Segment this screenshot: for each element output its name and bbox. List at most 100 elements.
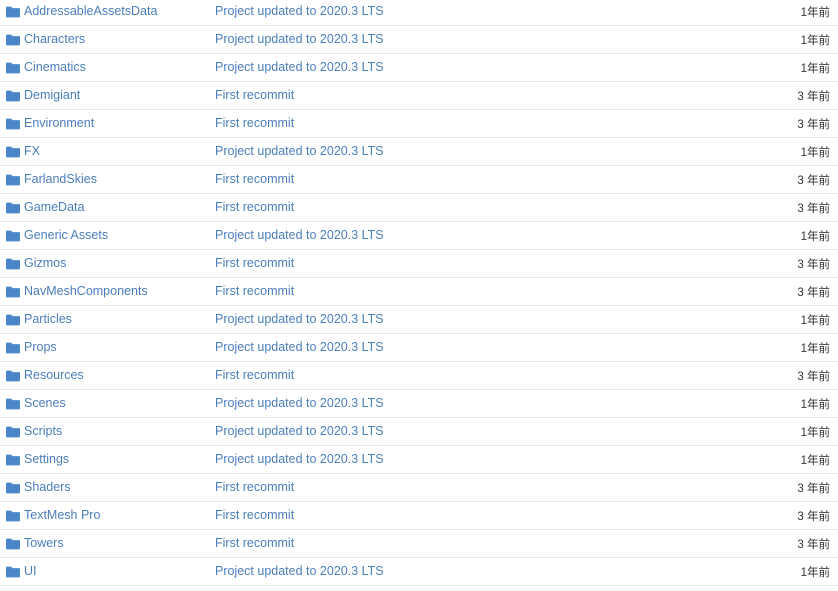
table-row[interactable]: Characters Project updated to 2020.3 LTS…: [0, 26, 838, 54]
commit-message-link[interactable]: Project updated to 2020.3 LTS: [215, 228, 384, 242]
file-name-link[interactable]: Scripts: [24, 424, 62, 438]
table-row[interactable]: Cinematics Project updated to 2020.3 LTS…: [0, 54, 838, 82]
file-name-link[interactable]: Shaders: [24, 480, 71, 494]
file-name-link[interactable]: Gizmos: [24, 256, 66, 270]
table-row[interactable]: Settings Project updated to 2020.3 LTS 1…: [0, 446, 838, 474]
file-name-link[interactable]: Characters: [24, 32, 85, 46]
file-type-cell: [0, 230, 24, 242]
commit-message-link[interactable]: First recommit: [215, 368, 294, 382]
file-type-cell: [0, 426, 24, 438]
table-row[interactable]: FX Project updated to 2020.3 LTS 1年前: [0, 138, 838, 166]
commit-message-link[interactable]: Project updated to 2020.3 LTS: [215, 312, 384, 326]
file-name-cell: Environment: [24, 115, 215, 133]
file-name-link[interactable]: Environment: [24, 116, 94, 130]
commit-age-text: 3 年前: [797, 370, 830, 383]
commit-message-link[interactable]: Project updated to 2020.3 LTS: [215, 60, 384, 74]
table-row[interactable]: FarlandSkies First recommit 3 年前: [0, 166, 838, 194]
folder-icon: [6, 202, 20, 213]
table-row[interactable]: Scripts Project updated to 2020.3 LTS 1年…: [0, 418, 838, 446]
file-type-cell: [0, 454, 24, 466]
file-name-link[interactable]: FX: [24, 144, 40, 158]
commit-age-text: 1年前: [800, 398, 830, 411]
file-type-cell: [0, 258, 24, 270]
table-row[interactable]: Environment First recommit 3 年前: [0, 110, 838, 138]
file-name-link[interactable]: TextMesh Pro: [24, 508, 100, 522]
commit-age-text: 1年前: [800, 34, 830, 47]
commit-message-link[interactable]: Project updated to 2020.3 LTS: [215, 564, 384, 578]
file-name-link[interactable]: Resources: [24, 368, 84, 382]
file-name-link[interactable]: Props: [24, 340, 57, 354]
table-row[interactable]: Generic Assets Project updated to 2020.3…: [0, 222, 838, 250]
folder-icon: [6, 90, 20, 101]
commit-message-link[interactable]: Project updated to 2020.3 LTS: [215, 32, 384, 46]
folder-icon: [6, 6, 20, 17]
file-name-link[interactable]: GameData: [24, 200, 84, 214]
table-row[interactable]: Particles Project updated to 2020.3 LTS …: [0, 306, 838, 334]
commit-age-text: 3 年前: [797, 118, 830, 131]
folder-icon: [6, 510, 20, 521]
table-row[interactable]: Resources First recommit 3 年前: [0, 362, 838, 390]
file-name-cell: Cinematics: [24, 59, 215, 77]
commit-message-link[interactable]: First recommit: [215, 480, 294, 494]
commit-message-link[interactable]: First recommit: [215, 536, 294, 550]
file-name-link[interactable]: Scenes: [24, 396, 66, 410]
table-row[interactable]: TextMesh Pro First recommit 3 年前: [0, 502, 838, 530]
table-row[interactable]: AddressableAssetsData Project updated to…: [0, 0, 838, 26]
file-type-cell: [0, 398, 24, 410]
file-name-link[interactable]: Settings: [24, 452, 69, 466]
commit-age-cell: 1年前: [718, 563, 838, 581]
file-name-link[interactable]: Particles: [24, 312, 72, 326]
table-row[interactable]: Demigiant First recommit 3 年前: [0, 82, 838, 110]
commit-age-text: 3 年前: [797, 90, 830, 103]
commit-message-link[interactable]: First recommit: [215, 116, 294, 130]
file-name-cell: Props: [24, 339, 215, 357]
file-name-link[interactable]: FarlandSkies: [24, 172, 97, 186]
commit-message-link[interactable]: First recommit: [215, 88, 294, 102]
file-name-cell: FX: [24, 143, 215, 161]
commit-message-cell: First recommit: [215, 87, 718, 105]
file-name-cell: Scenes: [24, 395, 215, 413]
commit-message-link[interactable]: First recommit: [215, 256, 294, 270]
commit-message-cell: First recommit: [215, 115, 718, 133]
file-type-cell: [0, 538, 24, 550]
file-name-link[interactable]: UI: [24, 564, 37, 578]
commit-age-text: 1年前: [800, 230, 830, 243]
file-name-link[interactable]: NavMeshComponents: [24, 284, 148, 298]
file-name-link[interactable]: Generic Assets: [24, 228, 108, 242]
commit-message-cell: Project updated to 2020.3 LTS: [215, 59, 718, 77]
table-row[interactable]: Shaders First recommit 3 年前: [0, 474, 838, 502]
commit-message-link[interactable]: Project updated to 2020.3 LTS: [215, 424, 384, 438]
commit-message-link[interactable]: Project updated to 2020.3 LTS: [215, 452, 384, 466]
commit-message-link[interactable]: Project updated to 2020.3 LTS: [215, 396, 384, 410]
commit-message-link[interactable]: Project updated to 2020.3 LTS: [215, 4, 384, 18]
table-row[interactable]: Props Project updated to 2020.3 LTS 1年前: [0, 334, 838, 362]
file-name-link[interactable]: AddressableAssetsData: [24, 4, 157, 18]
commit-message-link[interactable]: First recommit: [215, 172, 294, 186]
file-name-cell: TextMesh Pro: [24, 507, 215, 525]
file-name-cell: Shaders: [24, 479, 215, 497]
file-name-link[interactable]: Cinematics: [24, 60, 86, 74]
table-row[interactable]: GameData First recommit 3 年前: [0, 194, 838, 222]
commit-message-link[interactable]: Project updated to 2020.3 LTS: [215, 340, 384, 354]
commit-message-link[interactable]: Project updated to 2020.3 LTS: [215, 144, 384, 158]
file-name-cell: Characters: [24, 31, 215, 49]
commit-age-cell: 1年前: [718, 31, 838, 49]
table-row[interactable]: Scenes Project updated to 2020.3 LTS 1年前: [0, 390, 838, 418]
file-name-link[interactable]: Demigiant: [24, 88, 80, 102]
commit-age-text: 1年前: [800, 426, 830, 439]
commit-age-text: 1年前: [800, 6, 830, 19]
table-row[interactable]: Gizmos First recommit 3 年前: [0, 250, 838, 278]
file-type-cell: [0, 118, 24, 130]
table-row[interactable]: NavMeshComponents First recommit 3 年前: [0, 278, 838, 306]
file-name-link[interactable]: Towers: [24, 536, 64, 550]
commit-age-cell: 1年前: [718, 423, 838, 441]
commit-message-link[interactable]: First recommit: [215, 200, 294, 214]
table-row[interactable]: Towers First recommit 3 年前: [0, 530, 838, 558]
commit-age-text: 1年前: [800, 454, 830, 467]
commit-message-link[interactable]: First recommit: [215, 284, 294, 298]
table-row[interactable]: UI Project updated to 2020.3 LTS 1年前: [0, 558, 838, 586]
file-name-cell: Scripts: [24, 423, 215, 441]
commit-age-cell: 3 年前: [718, 283, 838, 301]
commit-message-link[interactable]: First recommit: [215, 508, 294, 522]
commit-message-cell: First recommit: [215, 535, 718, 553]
